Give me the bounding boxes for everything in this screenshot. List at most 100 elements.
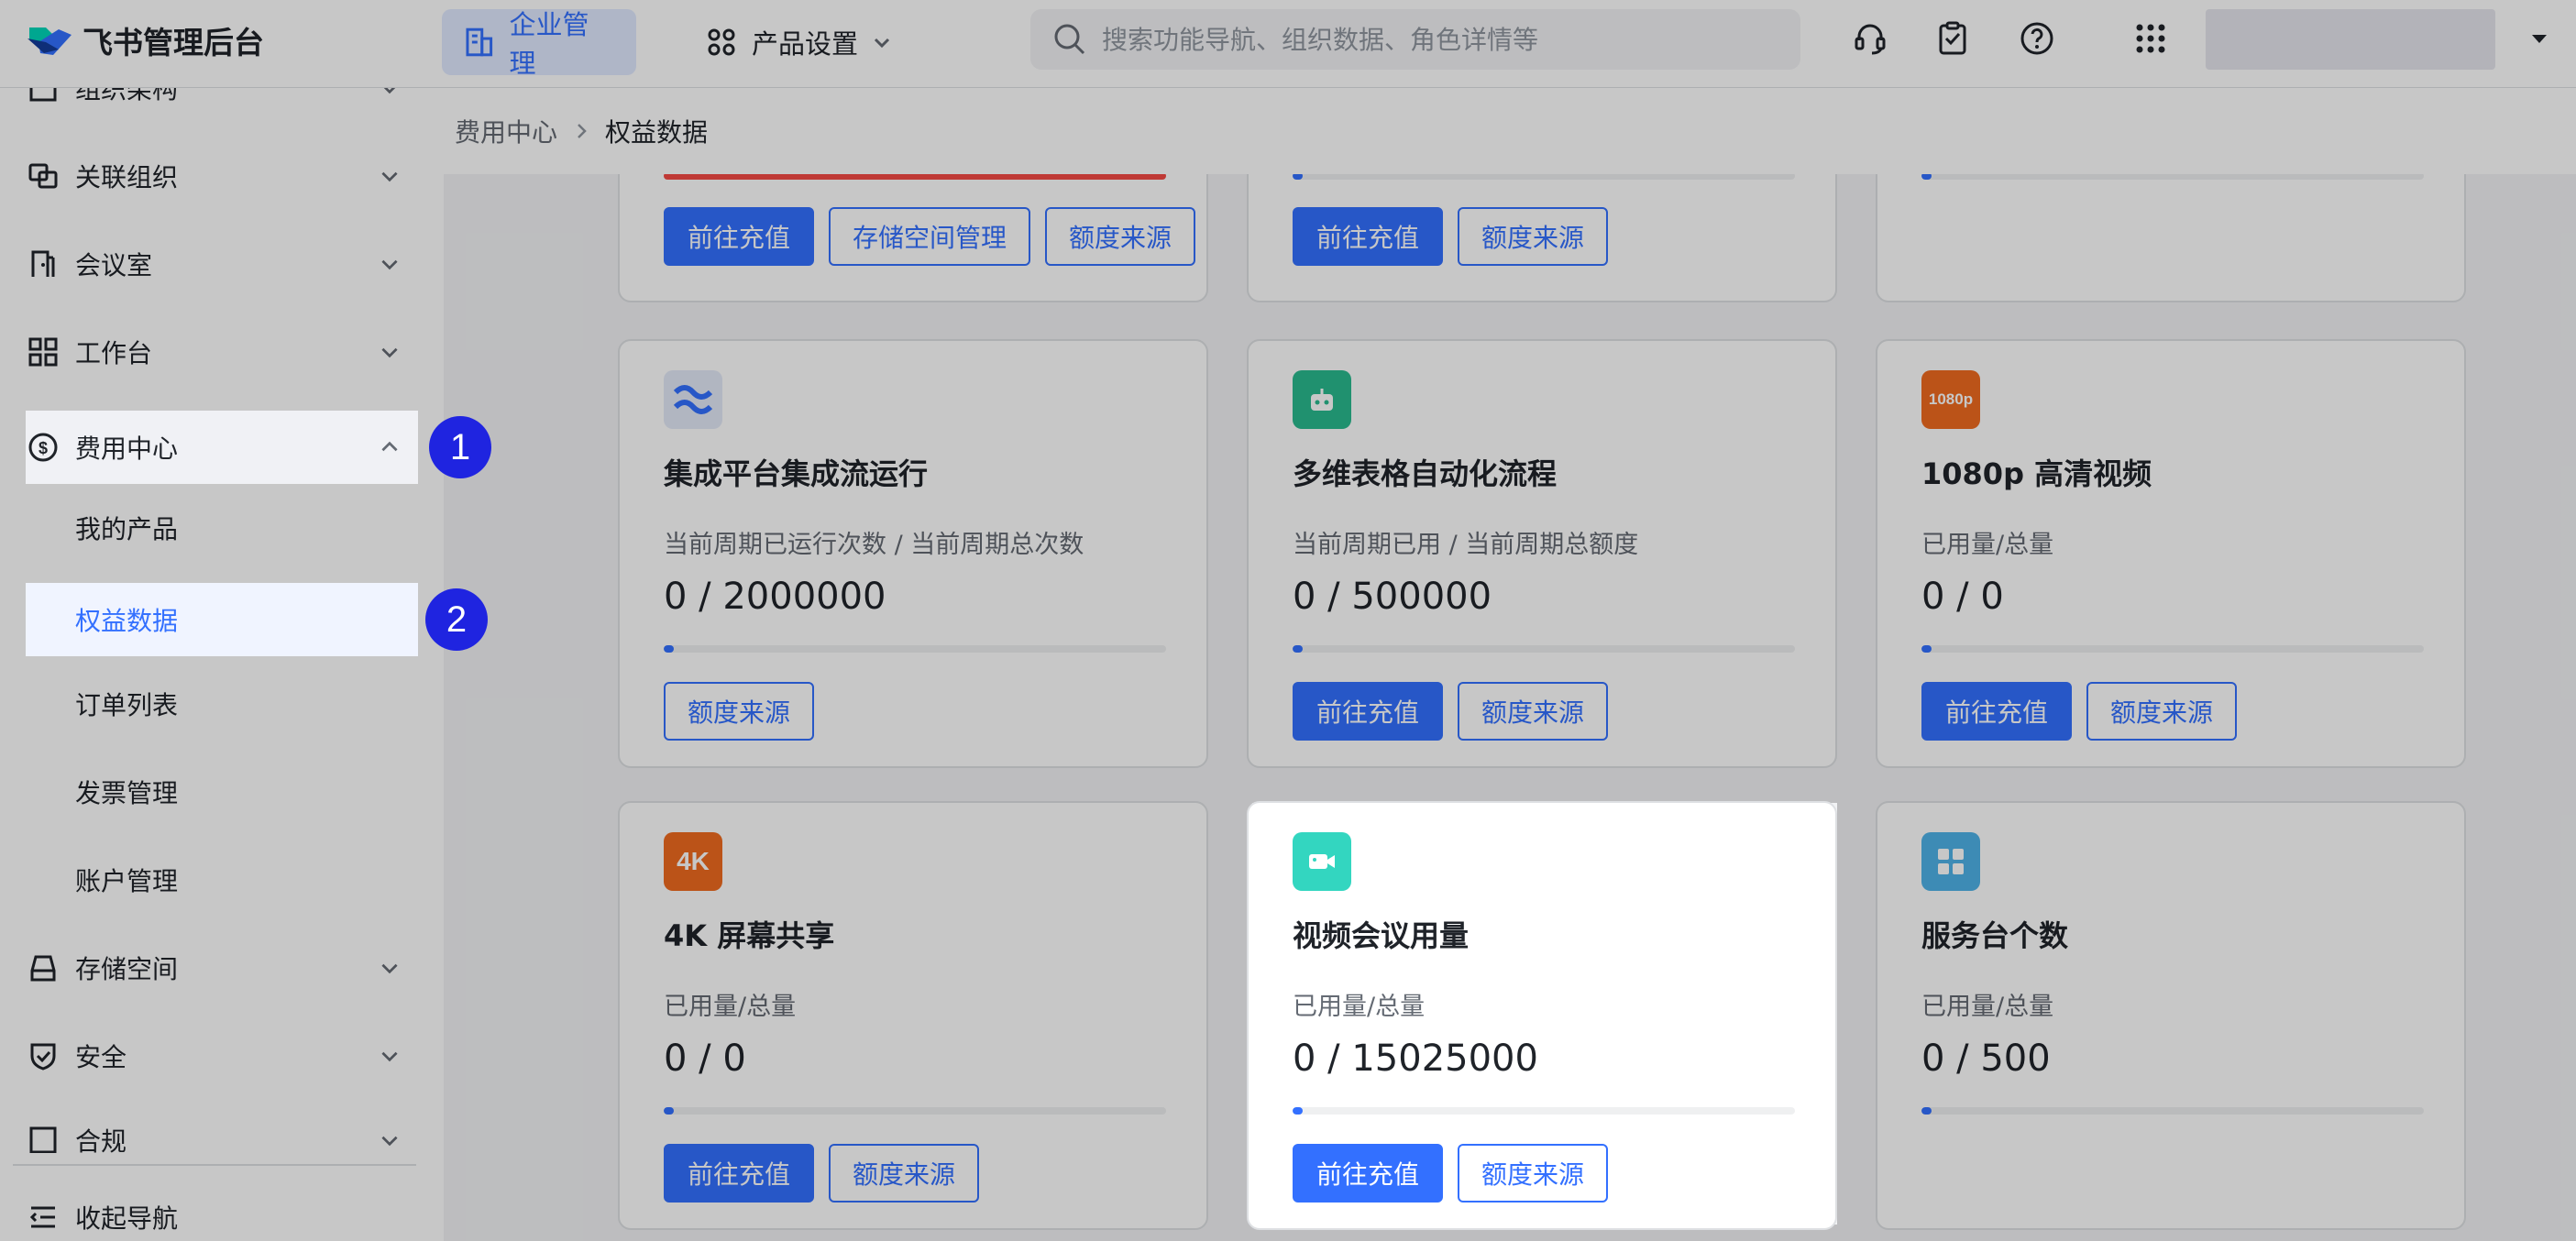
recharge-button[interactable]: 前往充值 [1293,1144,1444,1203]
breadcrumb-parent[interactable]: 费用中心 [455,113,557,149]
usage-bar [1921,174,2424,180]
card-title: 4K 屏幕共享 [664,918,835,953]
card-value: 0 / 500000 [1293,576,1492,618]
tab-label: 企业管理 [509,9,589,79]
chevron-down-icon[interactable] [2528,27,2550,53]
card-storage-partial: 前往充值 存储空间管理 额度来源 [618,174,1208,302]
recharge-button[interactable]: 前往充值 [664,207,815,266]
helpdesk-grid-icon [1921,832,1980,891]
workspace-icon [28,337,58,367]
chevron-down-icon [383,88,396,94]
sidebar-item-org[interactable]: 组织架构 [26,88,418,125]
card-value: 0 / 0 [664,1038,746,1080]
chevron-right-icon [572,116,590,147]
sidebar-clip: 合规 [0,1104,444,1153]
4k-icon: 4K [664,832,722,891]
quota-source-button[interactable]: 额度来源 [829,1144,980,1203]
chevron-down-icon [381,963,398,974]
sidebar-item-compliance[interactable]: 合规 [26,1104,418,1153]
global-search[interactable] [1030,9,1800,70]
step-callout-2: 2 [425,588,488,651]
chevron-down-icon [381,347,398,358]
product-settings-icon [708,28,735,56]
quota-source-button[interactable]: 额度来源 [1458,207,1609,266]
quota-source-button[interactable]: 额度来源 [2086,682,2238,741]
clipboard-icon[interactable] [1932,18,1973,59]
breadcrumb: 费用中心 权益数据 [444,88,2576,174]
card-title: 集成平台集成流运行 [664,456,929,491]
card-subtitle: 已用量/总量 [1921,993,2054,1021]
breadcrumb-current: 权益数据 [605,117,709,148]
card-partial-2: 前往充值 额度来源 [1247,174,1837,302]
main-content: 前往充值 存储空间管理 额度来源 前往充值 额度来源 集成平台集成流运行 当前周… [444,174,2576,1241]
quota-source-button[interactable]: 额度来源 [1458,682,1609,741]
collapse-nav-icon [29,1206,55,1228]
robot-icon [1293,370,1351,429]
app-logo[interactable]: 飞书管理后台 [26,18,264,62]
quota-source-button[interactable]: 额度来源 [664,682,815,741]
recharge-button[interactable]: 前往充值 [664,1144,815,1203]
chevron-up-icon [381,441,398,452]
card-video-meeting-usage: 视频会议用量 已用量/总量 0 / 15025000 前往充值 额度来源 [1247,801,1837,1230]
sidebar-subitem-account-management[interactable]: 账户管理 [26,843,418,917]
compliance-icon [29,1126,57,1153]
search-input[interactable] [1102,24,1799,55]
sidebar-item-linked-org[interactable]: 关联组织 [26,139,418,213]
quota-source-button[interactable]: 额度来源 [1045,207,1196,266]
chevron-down-icon [381,259,398,270]
card-title: 多维表格自动化流程 [1293,456,1558,491]
chevron-down-icon [874,38,890,49]
usage-bar-full [664,174,1166,180]
user-account-blurred[interactable] [2206,9,2495,70]
card-partial-3 [1876,174,2466,302]
app-title: 飞书管理后台 [83,25,264,60]
card-value: 0 / 2000000 [664,576,886,618]
card-4k-screen-share: 4K 4K 屏幕共享 已用量/总量 0 / 0 前往充值 额度来源 [618,801,1208,1230]
sidebar-subitem-order-list[interactable]: 订单列表 [26,667,418,741]
card-value: 0 / 15025000 [1293,1038,1538,1080]
usage-bar [1293,174,1795,180]
sidebar-item-workspace[interactable]: 工作台 [26,315,418,389]
card-helpdesk-count: 服务台个数 已用量/总量 0 / 500 [1876,801,2466,1230]
usage-bar [664,1107,1166,1115]
meeting-room-icon [31,250,55,277]
recharge-button[interactable]: 前往充值 [1921,682,2073,741]
sidebar-divider [13,1164,416,1166]
sidebar-item-security[interactable]: 安全 [26,1019,418,1093]
storage-icon [30,955,56,982]
recharge-button[interactable]: 前往充值 [1293,207,1444,266]
linked-org-icon [28,163,58,189]
apps-grid-icon[interactable] [2130,18,2171,59]
recharge-button[interactable]: 前往充值 [1293,682,1444,741]
card-subtitle: 已用量/总量 [1921,531,2054,559]
sidebar-item-meeting-room[interactable]: 会议室 [26,227,418,301]
shield-icon [30,1043,56,1071]
chevron-down-icon [381,1051,398,1062]
card-integration-flow: 集成平台集成流运行 当前周期已运行次数 / 当前周期总次数 0 / 200000… [618,339,1208,768]
usage-bar [1293,1107,1795,1115]
storage-manage-button[interactable]: 存储空间管理 [829,207,1031,266]
dollar-circle-icon: $ [28,433,58,462]
building-icon [466,27,493,57]
card-subtitle: 已用量/总量 [1293,993,1426,1021]
video-camera-icon [1293,832,1351,891]
card-subtitle: 当前周期已运行次数 / 当前周期总次数 [664,531,1084,559]
tab-enterprise-management[interactable]: 企业管理 [442,9,636,79]
sidebar-subitem-invoice-management[interactable]: 发票管理 [26,755,418,829]
card-value: 0 / 0 [1921,576,2004,618]
sidebar-subitem-entitlement-data[interactable]: 权益数据 [26,583,418,656]
tab-product-settings[interactable]: 产品设置 [684,9,915,75]
sidebar: 组织架构 关联组织 会议室 工作台 $ 费用中心 我的产品 权益数据 订单列表 … [0,88,444,1241]
quota-source-button[interactable]: 额度来源 [1458,1144,1609,1203]
sidebar-item-storage[interactable]: 存储空间 [26,931,418,1005]
search-icon [1054,24,1085,55]
usage-bar [664,645,1166,653]
headset-icon[interactable] [1850,18,1890,59]
tab-label: 产品设置 [752,28,859,60]
sidebar-subitem-my-products[interactable]: 我的产品 [26,491,418,565]
chevron-down-icon [381,171,398,182]
card-subtitle: 当前周期已用 / 当前周期总额度 [1293,531,1639,559]
help-icon[interactable] [2017,18,2057,59]
collapse-nav-button[interactable]: 收起导航 [26,1181,418,1241]
sidebar-item-billing-center[interactable]: $ 费用中心 [26,411,418,484]
